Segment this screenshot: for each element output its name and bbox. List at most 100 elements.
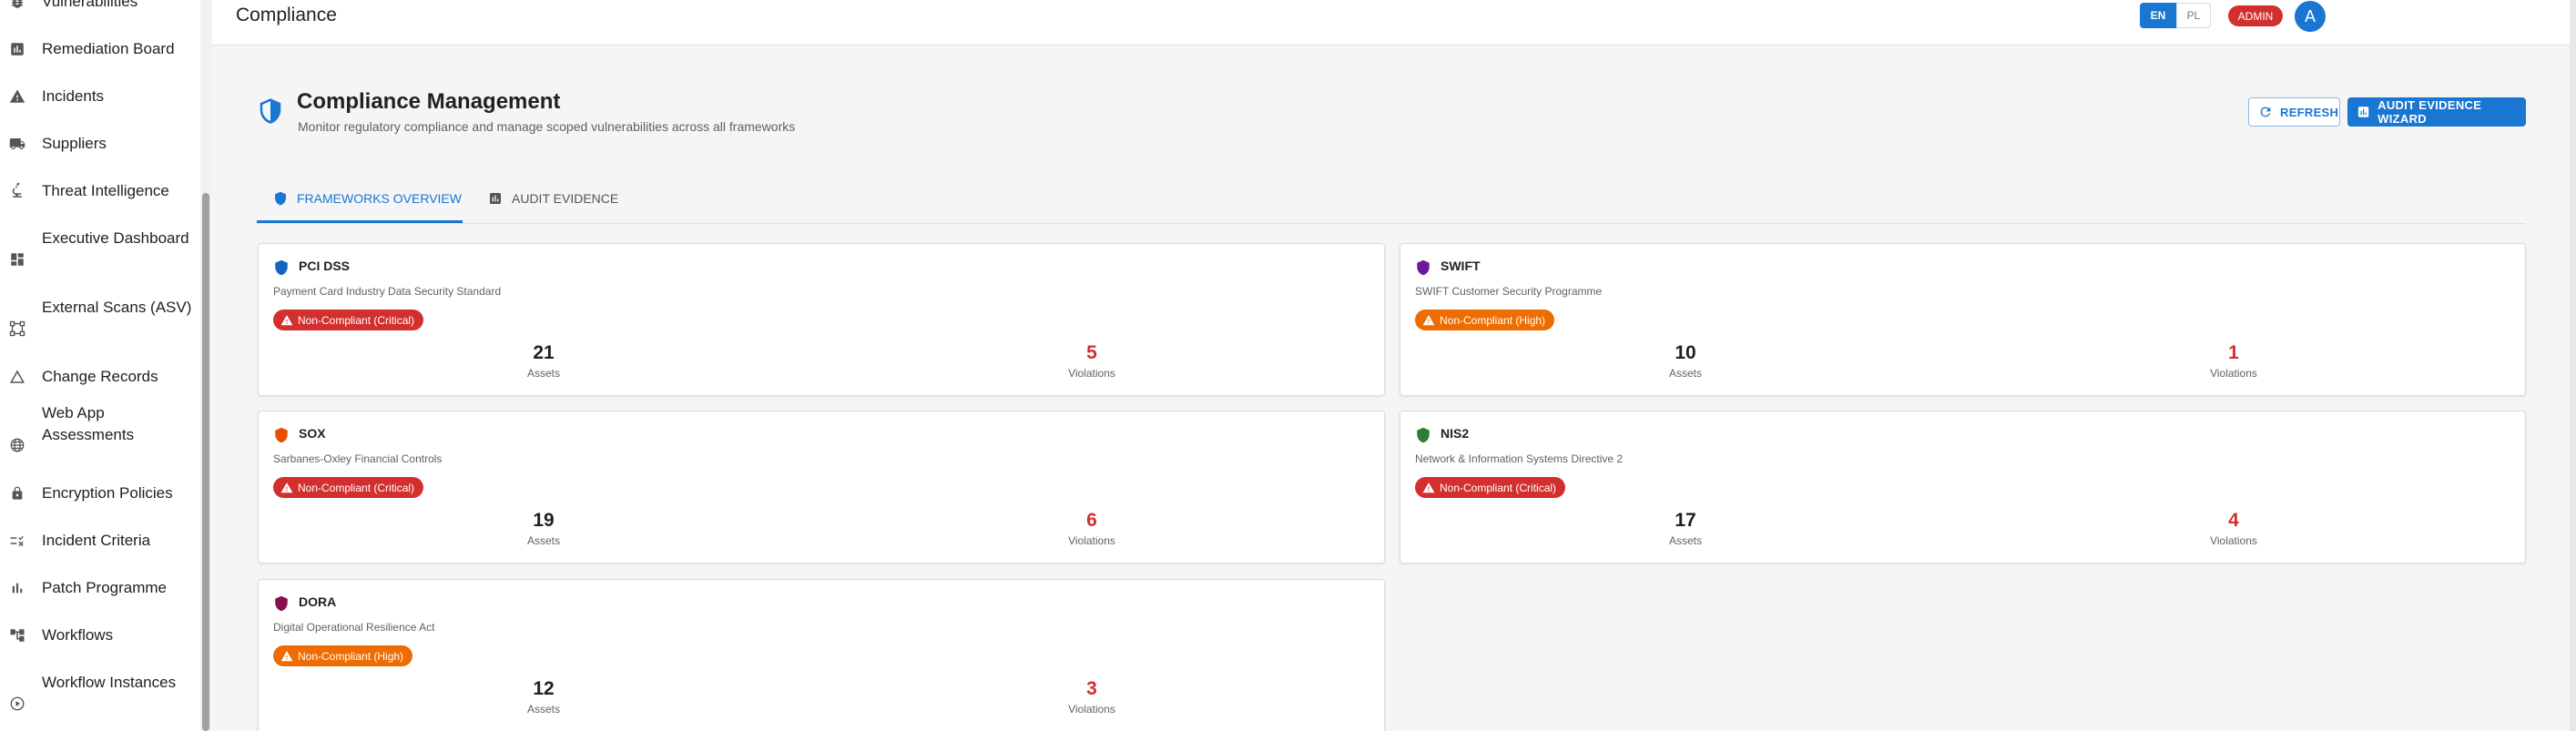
assets-count: 17 — [1675, 510, 1696, 531]
sidebar-scrollbar-thumb[interactable] — [202, 193, 209, 731]
audit-evidence-wizard-button[interactable]: AUDIT EVIDENCE WIZARD — [2347, 97, 2526, 127]
framework-card-swift[interactable]: SWIFT SWIFT Customer Security Programme … — [1400, 243, 2526, 396]
dashboard-icon — [7, 249, 27, 269]
assets-label: Assets — [526, 534, 560, 547]
warning-icon — [1422, 482, 1435, 492]
violations-count: 5 — [1086, 342, 1097, 363]
violations-label: Violations — [2210, 534, 2257, 547]
status-badge-text: Non-Compliant (Critical) — [1440, 481, 1557, 494]
tab-label: FRAMEWORKS OVERVIEW — [297, 191, 462, 206]
framework-name: SWIFT — [1441, 259, 1481, 273]
sidebar-item-label: Threat Intelligence — [42, 182, 169, 199]
status-badge-text: Non-Compliant (High) — [298, 649, 404, 663]
shield-icon — [1415, 426, 1431, 444]
status-badge: Non-Compliant (Critical) — [273, 477, 424, 498]
sidebar-item-label: Web App Assessments — [42, 404, 135, 443]
status-badge: Non-Compliant (High) — [1415, 310, 1555, 330]
page-title: Compliance — [236, 5, 337, 25]
violations-count: 4 — [2228, 510, 2239, 531]
refresh-button[interactable]: REFRESH — [2248, 97, 2340, 127]
framework-description: Sarbanes-Oxley Financial Controls — [273, 452, 443, 465]
triangle-icon — [7, 367, 27, 387]
framework-description: SWIFT Customer Security Programme — [1415, 285, 1603, 298]
framework-description: Digital Operational Resilience Act — [273, 621, 435, 634]
page-scrollbar[interactable] — [2570, 0, 2576, 731]
warning-icon — [280, 314, 293, 325]
sidebar-item-label: External Scans (ASV) — [42, 299, 192, 316]
sidebar-item-label: Vulnerabilities — [42, 0, 138, 10]
violations-label: Violations — [1068, 534, 1115, 547]
tab-label: AUDIT EVIDENCE — [512, 191, 619, 206]
shield-icon — [1415, 259, 1431, 277]
assets-label: Assets — [526, 703, 560, 716]
assets-stat: 17 Assets — [1594, 509, 1777, 547]
assets-stat: 10 Assets — [1594, 341, 1777, 380]
wizard-button-label: AUDIT EVIDENCE WIZARD — [2377, 98, 2482, 126]
assets-label: Assets — [1668, 534, 1702, 547]
assessment-icon — [2357, 107, 2369, 117]
lock-icon — [7, 483, 27, 503]
assets-stat: 19 Assets — [453, 509, 635, 547]
sidebar-item-label: Remediation Board — [42, 40, 175, 57]
avatar[interactable]: A — [2295, 1, 2326, 32]
board-icon — [7, 39, 27, 59]
refresh-icon — [2260, 107, 2271, 117]
assets-stat: 21 Assets — [453, 341, 635, 380]
sidebar-item-label: Executive Dashboard — [42, 229, 189, 247]
refresh-button-label: REFRESH — [2280, 105, 2339, 119]
assets-label: Assets — [1668, 367, 1702, 380]
scan-network-icon — [7, 319, 27, 339]
bar-chart-icon — [7, 578, 27, 598]
framework-card-nis2[interactable]: NIS2 Network & Information Systems Direc… — [1400, 411, 2526, 563]
assessment-icon — [490, 193, 501, 204]
sidebar-item-label: Suppliers — [42, 135, 107, 152]
framework-description: Payment Card Industry Data Security Stan… — [273, 285, 502, 298]
framework-card-pci-dss[interactable]: PCI DSS Payment Card Industry Data Secur… — [258, 243, 1385, 396]
violations-stat: 6 Violations — [1001, 509, 1183, 547]
status-badge: Non-Compliant (Critical) — [1415, 477, 1566, 498]
framework-card-sox[interactable]: SOX Sarbanes-Oxley Financial Controls No… — [258, 411, 1385, 563]
sidebar-item-label: Incident Criteria — [42, 532, 151, 549]
status-badge-text: Non-Compliant (High) — [1440, 313, 1546, 327]
status-badge-text: Non-Compliant (Critical) — [298, 313, 415, 327]
shield-icon — [273, 594, 290, 613]
shield-icon — [273, 259, 290, 277]
violations-stat: 5 Violations — [1001, 341, 1183, 380]
play-circle-icon — [7, 694, 27, 714]
bug-icon — [7, 0, 27, 12]
framework-name: DORA — [299, 594, 337, 609]
framework-description: Network & Information Systems Directive … — [1415, 452, 1624, 465]
assets-count: 21 — [533, 342, 555, 363]
rule-icon — [7, 531, 27, 551]
violations-count: 1 — [2228, 342, 2239, 363]
framework-name: PCI DSS — [299, 259, 351, 273]
sidebar: Vulnerabilities Remediation Board Incide… — [0, 0, 211, 731]
shield-icon — [275, 191, 286, 206]
assets-count: 12 — [533, 678, 555, 699]
warning-icon — [280, 482, 293, 492]
microscope-icon — [7, 181, 27, 201]
sidebar-item-label: Change Records — [42, 368, 158, 385]
violations-label: Violations — [1068, 703, 1115, 716]
violations-count: 3 — [1086, 678, 1097, 699]
violations-stat: 1 Violations — [2143, 341, 2325, 380]
assets-stat: 12 Assets — [453, 677, 635, 716]
framework-card-dora[interactable]: DORA Digital Operational Resilience Act … — [258, 579, 1385, 731]
assets-label: Assets — [526, 367, 560, 380]
language-pl-button[interactable]: PL — [2176, 3, 2211, 28]
assets-count: 19 — [533, 510, 555, 531]
framework-name: NIS2 — [1441, 426, 1470, 441]
violations-stat: 3 Violations — [1001, 677, 1183, 716]
section-title: Compliance Management — [297, 89, 561, 114]
shield-icon — [273, 426, 290, 444]
language-en-button[interactable]: EN — [2140, 3, 2176, 28]
top-app-bar: Compliance — [212, 0, 2576, 46]
status-badge: Non-Compliant (High) — [273, 645, 413, 666]
tab-audit-evidence[interactable]: AUDIT EVIDENCE — [473, 177, 619, 220]
status-badge: Non-Compliant (Critical) — [273, 310, 424, 330]
status-badge-text: Non-Compliant (Critical) — [298, 481, 415, 494]
section-subtitle: Monitor regulatory compliance and manage… — [298, 119, 796, 134]
role-badge: ADMIN — [2228, 5, 2283, 26]
tab-frameworks-overview[interactable]: FRAMEWORKS OVERVIEW — [259, 177, 464, 220]
sidebar-item-label: Encryption Policies — [42, 484, 173, 502]
